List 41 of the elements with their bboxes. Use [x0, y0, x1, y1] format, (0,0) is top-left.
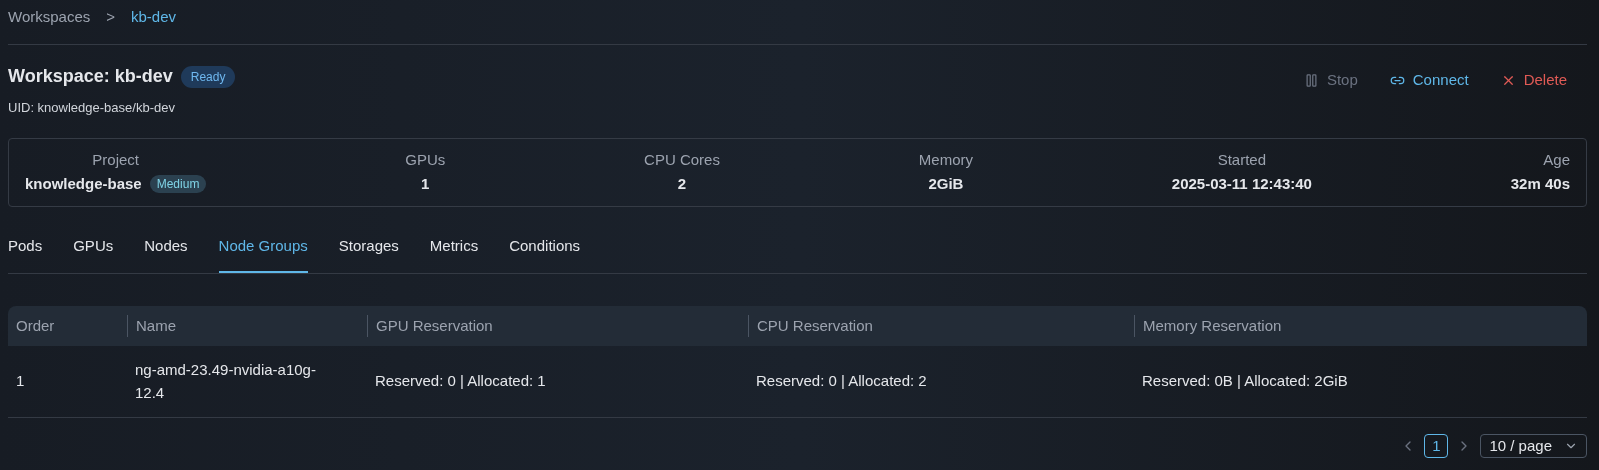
table-cell: Reserved: 0 | Allocated: 2	[756, 372, 927, 390]
column-header: Memory Reservation	[1142, 315, 1283, 336]
breadcrumb-separator: >	[106, 6, 116, 27]
breadcrumb-item[interactable]: Workspaces	[8, 5, 91, 29]
page-size-select[interactable]: 10 / page	[1480, 434, 1587, 458]
stat-value: 32m 40s	[1510, 174, 1570, 194]
table-cell: Reserved: 0B | Allocated: 2GiB	[1142, 372, 1348, 390]
priority-badge: Medium	[149, 175, 207, 194]
stat-value: 2025-03-11 12:43:40	[1171, 174, 1312, 194]
page-button[interactable]: 1	[1424, 434, 1449, 458]
column-header: Name	[135, 315, 177, 336]
pause-icon	[1303, 72, 1319, 88]
connect-button[interactable]: Connect	[1389, 69, 1469, 92]
column-header: CPU Reservation	[756, 315, 874, 336]
delete-button[interactable]: Delete	[1500, 69, 1567, 92]
stat-label: GPUs	[405, 149, 446, 170]
breadcrumb-item[interactable]: kb-dev	[131, 5, 177, 29]
stat-value: 2	[677, 174, 687, 194]
stat-value: 1	[421, 174, 430, 194]
workspace-title: Workspace: kb-dev	[8, 65, 173, 88]
tab[interactable]: Pods	[8, 234, 43, 273]
tab[interactable]: Storages	[338, 234, 399, 273]
tab[interactable]: Metrics	[429, 234, 479, 273]
stat-label: Age	[1543, 149, 1570, 170]
table-cell: Reserved: 0 | Allocated: 1	[375, 372, 546, 390]
stat-label: Memory	[918, 149, 973, 170]
stat-value: 2GiB	[928, 174, 964, 194]
tab[interactable]: Nodes	[144, 234, 188, 273]
stat-label: Started	[1217, 149, 1267, 170]
column-header: GPU Reservation	[375, 315, 494, 336]
status-badge: Ready	[180, 65, 236, 88]
tab[interactable]: Node Groups	[218, 234, 308, 273]
stat-label: Project	[92, 149, 140, 170]
column-header: Order	[15, 315, 56, 336]
tab[interactable]: Conditions	[509, 234, 581, 273]
table-cell: 1	[16, 372, 25, 390]
uid-text: UID: knowledge-base/kb-dev	[8, 99, 176, 117]
table-cell: ng-amd-23.49-nvidia-a10g-12.4	[135, 361, 316, 401]
stat-label: CPU Cores	[644, 149, 720, 170]
tab[interactable]: GPUs	[73, 234, 114, 273]
stat-value: knowledge-base	[25, 174, 142, 194]
